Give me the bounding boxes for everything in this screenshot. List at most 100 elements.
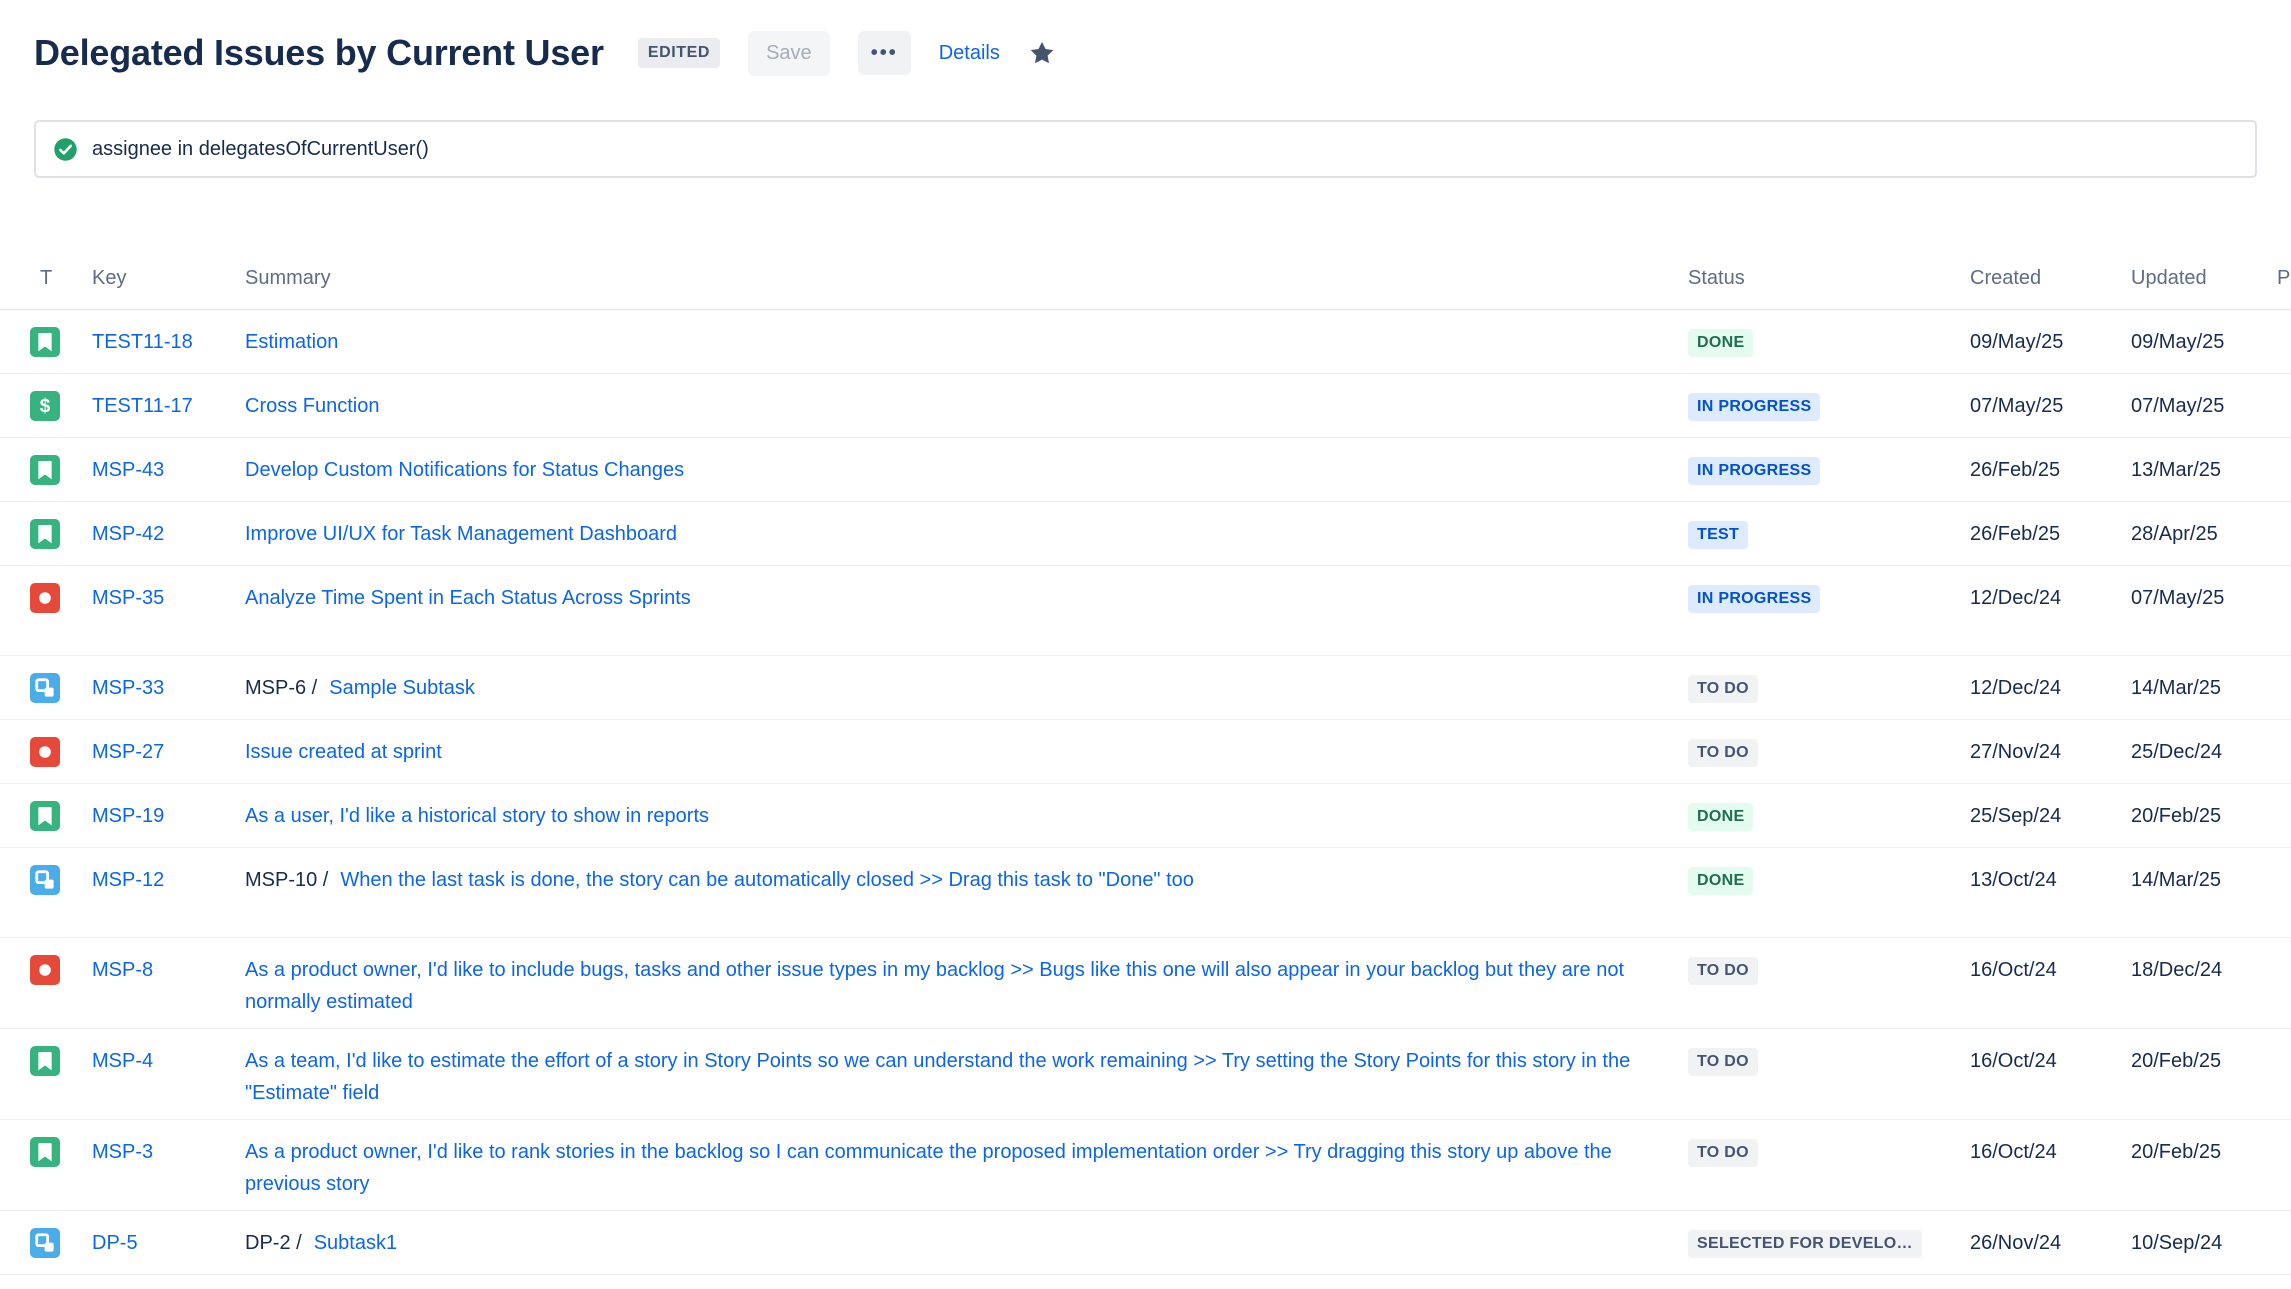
more-options-button[interactable]: ••• <box>858 31 911 75</box>
parent-issue-key: MSP-6 / <box>245 677 317 699</box>
issue-type-cell <box>30 784 92 841</box>
issue-summary-link[interactable]: Estimation <box>245 331 338 353</box>
issue-key-link[interactable]: MSP-8 <box>92 959 153 981</box>
issue-key-link[interactable]: TEST11-18 <box>92 331 193 353</box>
check-circle-icon <box>52 136 79 163</box>
updated-date: 14/Mar/25 <box>2121 656 2267 714</box>
status-badge: IN PROGRESS <box>1688 457 1820 485</box>
issue-status-cell: IN PROGRESS <box>1678 438 1960 496</box>
issue-status-cell: TEST <box>1678 502 1960 560</box>
parent-issue-key: MSP-10 / <box>245 869 328 891</box>
issue-key-link[interactable]: MSP-12 <box>92 869 164 891</box>
favorite-button[interactable] <box>1028 39 1056 67</box>
dollar-icon: $ <box>30 391 60 421</box>
issue-key-link[interactable]: TEST11-17 <box>92 395 193 417</box>
column-header-type[interactable]: T <box>30 267 92 290</box>
details-link[interactable]: Details <box>939 42 1000 65</box>
issue-key-cell: MSP-8 <box>92 938 245 996</box>
issue-summary-link[interactable]: Analyze Time Spent in Each Status Across… <box>245 587 691 609</box>
issue-summary-link[interactable]: Improve UI/UX for Task Management Dashbo… <box>245 523 677 545</box>
issue-status-cell: TO DO <box>1678 656 1960 714</box>
ellipsis-icon: ••• <box>871 42 898 65</box>
story-icon <box>30 1046 60 1076</box>
issue-summary-cell: DP-2 / Subtask1 <box>245 1211 1678 1269</box>
issue-key-cell: TEST11-17 <box>92 374 245 432</box>
issue-summary-cell: MSP-10 / When the last task is done, the … <box>245 848 1678 906</box>
story-icon <box>30 519 60 549</box>
issue-summary-link[interactable]: Subtask1 <box>314 1232 397 1254</box>
issue-key-link[interactable]: DP-5 <box>92 1232 138 1254</box>
issue-summary-link[interactable]: Sample Subtask <box>329 677 475 699</box>
issue-key-link[interactable]: MSP-35 <box>92 587 164 609</box>
column-header-priority[interactable]: P <box>2267 267 2291 290</box>
parent-issue-key: DP-2 / <box>245 1232 302 1254</box>
column-header-updated[interactable]: Updated <box>2121 267 2267 290</box>
updated-date: 28/Apr/25 <box>2121 502 2267 560</box>
issue-summary-link[interactable]: Develop Custom Notifications for Status … <box>245 459 684 481</box>
column-header-key[interactable]: Key <box>92 267 245 290</box>
issue-key-link[interactable]: MSP-27 <box>92 741 164 763</box>
issue-key-link[interactable]: MSP-4 <box>92 1050 153 1072</box>
issue-summary-link[interactable]: Issue created at sprint <box>245 741 442 763</box>
issue-summary-link[interactable]: As a product owner, I'd like to rank sto… <box>245 1141 1612 1195</box>
created-date: 16/Oct/24 <box>1960 1029 2121 1087</box>
save-button[interactable]: Save <box>748 31 830 76</box>
issue-type-cell <box>30 938 92 995</box>
subtask-icon <box>30 865 60 895</box>
priority-cell <box>2267 502 2291 528</box>
status-badge: TEST <box>1688 521 1748 549</box>
issue-key-cell: MSP-4 <box>92 1029 245 1087</box>
page-title: Delegated Issues by Current User <box>34 32 604 74</box>
story-icon <box>30 455 60 485</box>
issue-summary-cell: MSP-6 / Sample Subtask <box>245 656 1678 714</box>
issue-key-link[interactable]: MSP-42 <box>92 523 164 545</box>
issue-key-link[interactable]: MSP-33 <box>92 677 164 699</box>
issue-summary-link[interactable]: When the last task is done, the story ca… <box>340 869 1194 891</box>
updated-date: 14/Mar/25 <box>2121 848 2267 906</box>
bug-icon <box>30 955 60 985</box>
created-date: 16/Oct/24 <box>1960 938 2121 996</box>
issue-type-cell <box>30 1029 92 1086</box>
issue-summary-cell: As a user, I'd like a historical story t… <box>245 784 1678 842</box>
issue-key-link[interactable]: MSP-43 <box>92 459 164 481</box>
created-date: 16/Oct/24 <box>1960 1120 2121 1178</box>
priority-cell <box>2267 1029 2291 1055</box>
column-header-summary[interactable]: Summary <box>245 267 1678 290</box>
issue-summary-link[interactable]: As a team, I'd like to estimate the effo… <box>245 1050 1630 1104</box>
table-row: MSP-33 MSP-6 /Sample Subtask TO DO 12/De… <box>0 656 2291 720</box>
updated-date: 25/Dec/24 <box>2121 720 2267 778</box>
column-header-status[interactable]: Status <box>1678 267 1960 290</box>
issue-key-cell: MSP-19 <box>92 784 245 842</box>
status-badge: DONE <box>1688 803 1753 831</box>
issue-status-cell: TO DO <box>1678 1120 1960 1178</box>
table-row: TEST11-18 Estimation DONE 09/May/25 09/M… <box>0 310 2291 374</box>
created-date: 13/Oct/24 <box>1960 848 2121 906</box>
issue-summary-link[interactable]: As a user, I'd like a historical story t… <box>245 805 709 827</box>
issue-key-link[interactable]: MSP-19 <box>92 805 164 827</box>
star-icon <box>1028 39 1056 67</box>
updated-date: 07/May/25 <box>2121 374 2267 432</box>
updated-date: 13/Mar/25 <box>2121 438 2267 496</box>
edited-badge: EDITED <box>638 38 720 68</box>
jql-search-input[interactable]: assignee in delegatesOfCurrentUser() <box>34 120 2257 178</box>
issue-key-link[interactable]: MSP-3 <box>92 1141 153 1163</box>
issue-summary-cell: Issue created at sprint <box>245 720 1678 778</box>
priority-cell <box>2267 566 2291 592</box>
issue-summary-cell: Improve UI/UX for Task Management Dashbo… <box>245 502 1678 560</box>
created-date: 26/Nov/24 <box>1960 1211 2121 1269</box>
issues-table: T Key Summary Status Created Updated P T… <box>0 248 2291 1275</box>
status-badge: TO DO <box>1688 675 1758 703</box>
created-date: 27/Nov/24 <box>1960 720 2121 778</box>
issue-summary-cell: As a team, I'd like to estimate the effo… <box>245 1029 1678 1119</box>
issue-key-cell: MSP-42 <box>92 502 245 560</box>
column-header-created[interactable]: Created <box>1960 267 2121 290</box>
story-icon <box>30 327 60 357</box>
issue-type-cell <box>30 310 92 367</box>
issue-key-cell: MSP-3 <box>92 1120 245 1178</box>
issue-summary-link[interactable]: As a product owner, I'd like to include … <box>245 959 1624 1013</box>
status-badge: TO DO <box>1688 739 1758 767</box>
issue-summary-link[interactable]: Cross Function <box>245 395 380 417</box>
created-date: 26/Feb/25 <box>1960 438 2121 496</box>
issue-key-cell: MSP-12 <box>92 848 245 906</box>
issue-summary-cell: Develop Custom Notifications for Status … <box>245 438 1678 496</box>
